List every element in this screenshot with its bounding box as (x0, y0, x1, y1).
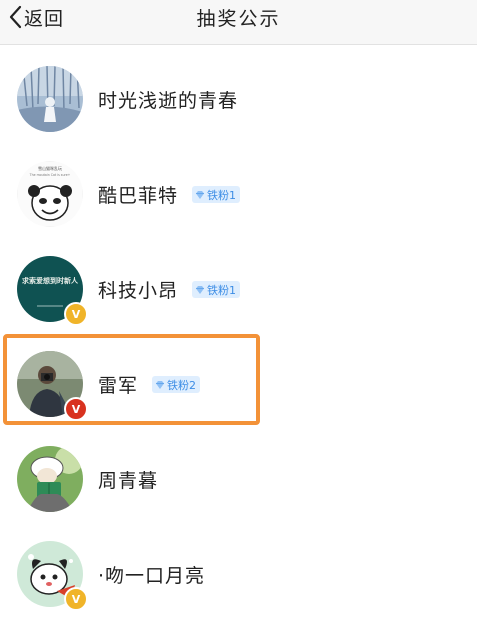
page-title: 抽奖公示 (196, 8, 281, 30)
list-item[interactable]: 雪山猫咪乱玩 The moutain Cat is sure+ 酷巴菲特 铁粉1 (0, 147, 477, 242)
list-item[interactable]: 周青暮 (0, 432, 477, 527)
avatar-image (17, 66, 83, 132)
fan-badge: 铁粉1 (192, 186, 240, 203)
diamond-icon (196, 190, 204, 199)
fan-badge: 铁粉1 (192, 281, 240, 298)
winner-name[interactable]: ·吻一口月亮 (98, 561, 205, 588)
winner-name[interactable]: 周青暮 (98, 466, 158, 493)
fan-badge-label: 铁粉1 (207, 188, 236, 202)
winner-name[interactable]: 科技小昂 (98, 276, 178, 303)
list-item[interactable]: V ·吻一口月亮 (0, 527, 477, 622)
list-item[interactable]: 时光浅逝的青春 (0, 52, 477, 147)
avatar[interactable]: 雪山猫咪乱玩 The moutain Cat is sure+ (17, 161, 83, 227)
list-item[interactable]: 求索爱想到时新人 V 科技小昂 铁粉1 (0, 242, 477, 337)
avatar-image (17, 446, 83, 512)
winner-name[interactable]: 时光浅逝的青春 (98, 86, 238, 113)
fan-badge-label: 铁粉1 (207, 283, 236, 297)
highlight-box (3, 334, 260, 425)
avatar-text-line1: 雪山猫咪乱玩 (38, 165, 62, 171)
avatar-text-line2: The moutain Cat is sure+ (29, 173, 71, 177)
verified-v-icon: V (64, 587, 88, 611)
winner-name[interactable]: 酷巴菲特 (98, 181, 178, 208)
avatar-text: 求索爱想到时新人 (22, 276, 79, 285)
verified-v-icon: V (64, 302, 88, 326)
avatar[interactable] (17, 446, 83, 512)
avatar-image: 雪山猫咪乱玩 The moutain Cat is sure+ (17, 161, 83, 227)
nav-bar: 返回 抽奖公示 (0, 0, 477, 45)
avatar[interactable] (17, 66, 83, 132)
diamond-icon (196, 285, 204, 294)
